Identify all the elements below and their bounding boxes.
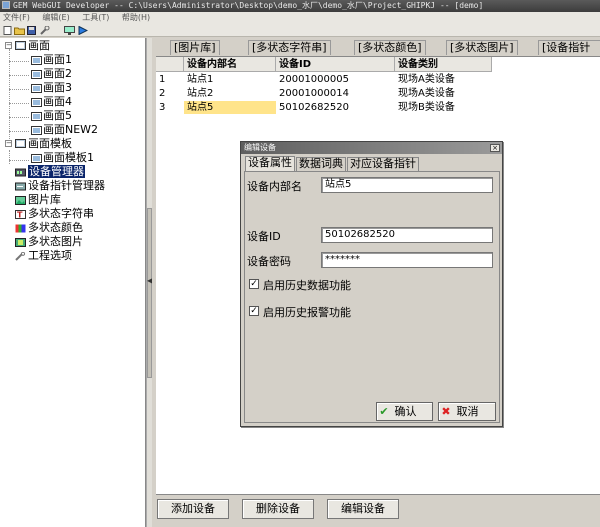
window-title-bar: GEM WebGUI Developer -- C:\Users\Adminis… <box>0 0 600 12</box>
tree-item-templates[interactable]: 画面模板 <box>28 137 72 151</box>
history-alarm-label: 启用历史报警功能 <box>263 306 351 319</box>
new-file-icon[interactable] <box>3 26 12 35</box>
device-manager-icon <box>15 168 26 177</box>
multistate-color-icon <box>15 224 26 233</box>
cell-device-id[interactable]: 50102682520 <box>276 101 395 114</box>
tree-item-device-manager[interactable]: 设备管理器 <box>28 165 85 179</box>
save-icon[interactable] <box>27 26 36 35</box>
close-icon[interactable]: × <box>490 144 500 152</box>
tree-item-screen-1[interactable]: 画面1 <box>43 53 72 67</box>
screens-folder-icon <box>15 41 26 50</box>
multistate-image-icon <box>15 238 26 247</box>
history-data-label: 启用历史数据功能 <box>263 279 351 292</box>
menu-bar: 文件(F) 编辑(E) 工具(T) 帮助(H) <box>0 12 600 24</box>
tree-item-template-1[interactable]: 画面模板1 <box>43 151 94 165</box>
cell-device-id[interactable]: 20001000005 <box>276 73 395 86</box>
ok-button[interactable]: ✔ 确认 <box>376 402 433 421</box>
add-device-button[interactable]: 添加设备 <box>157 499 229 519</box>
templates-folder-icon <box>15 139 26 148</box>
dialog-tab-properties[interactable]: 设备属性 <box>245 156 295 171</box>
history-alarm-checkbox[interactable]: ✓ <box>249 306 259 316</box>
screen-icon <box>31 56 42 65</box>
column-header-name[interactable]: 设备内部名 <box>184 57 276 72</box>
screens-expander[interactable]: − <box>5 42 12 49</box>
app-icon <box>2 1 10 9</box>
cell-device-name[interactable]: 站点2 <box>184 87 276 100</box>
dialog-title: 编辑设备 <box>241 142 502 154</box>
device-id-field[interactable]: 50102682520 <box>321 227 493 243</box>
device-password-label: 设备密码 <box>247 255 291 268</box>
pointer-manager-icon <box>15 182 26 191</box>
tree-item-multistate-string[interactable]: 多状态字符串 <box>28 207 94 221</box>
multistate-string-icon: T <box>15 210 26 219</box>
menu-tools[interactable]: 工具(T) <box>82 13 109 22</box>
device-id-label: 设备ID <box>247 230 281 243</box>
delete-device-button[interactable]: 删除设备 <box>242 499 314 519</box>
internal-name-label: 设备内部名 <box>247 180 302 193</box>
tab-multistate-string[interactable]: [多状态字符串] <box>248 40 331 55</box>
screen-icon <box>31 112 42 121</box>
screen-icon <box>31 84 42 93</box>
options-wrench-icon <box>15 252 26 261</box>
toolbar <box>0 24 600 37</box>
cell-device-name-selected[interactable]: 站点5 <box>184 101 276 114</box>
tree-item-project-options[interactable]: 工程选项 <box>28 249 72 263</box>
dialog-tab-dictionary[interactable]: 数据词典 <box>296 157 346 171</box>
column-header-id[interactable]: 设备ID <box>276 57 395 72</box>
history-data-checkbox[interactable]: ✓ <box>249 279 259 289</box>
screen-icon <box>31 70 42 79</box>
dialog-tab-device-pointer[interactable]: 对应设备指针 <box>347 157 419 171</box>
svg-text:T: T <box>17 211 23 220</box>
wrench-icon[interactable] <box>40 26 50 35</box>
tree-item-screens[interactable]: 画面 <box>28 39 50 53</box>
project-tree[interactable]: − 画面 画面1 画面2 画面3 画面4 画面5 画面NEW2 − 画面模板 画… <box>0 38 146 527</box>
tree-item-multistate-image[interactable]: 多状态图片 <box>28 235 83 249</box>
screen-icon <box>31 98 42 107</box>
tree-item-image-library[interactable]: 图片库 <box>28 193 61 207</box>
monitor-icon[interactable] <box>64 26 75 35</box>
tab-multistate-image[interactable]: [多状态图片] <box>446 40 518 55</box>
open-folder-icon[interactable] <box>14 26 25 35</box>
cell-device-name[interactable]: 站点1 <box>184 73 276 86</box>
row-number: 1 <box>159 74 166 85</box>
table-actions: 添加设备 删除设备 编辑设备 <box>156 494 600 527</box>
tab-image-library[interactable]: [图片库] <box>170 40 220 55</box>
cell-device-id[interactable]: 20001000014 <box>276 87 395 100</box>
check-icon: ✔ <box>379 405 389 418</box>
editor-tabs: [图片库] [多状态字符串] [多状态颜色] [多状态图片] [设备指针 <box>156 38 600 56</box>
tab-multistate-color[interactable]: [多状态颜色] <box>354 40 426 55</box>
column-header-category[interactable]: 设备类别 <box>395 57 492 72</box>
run-icon[interactable] <box>78 26 88 35</box>
internal-name-field[interactable]: 站点5 <box>321 177 493 193</box>
screen-icon <box>31 126 42 135</box>
tab-device-pointer[interactable]: [设备指针 <box>538 40 600 55</box>
tree-item-pointer-manager[interactable]: 设备指针管理器 <box>28 179 105 193</box>
tree-item-screen-4[interactable]: 画面4 <box>43 95 72 109</box>
row-number-header <box>156 57 184 72</box>
screen-icon <box>31 154 42 163</box>
cancel-button[interactable]: ✖ 取消 <box>438 402 496 421</box>
image-library-icon <box>15 196 26 205</box>
cancel-x-icon: ✖ <box>441 405 451 418</box>
menu-help[interactable]: 帮助(H) <box>122 13 150 22</box>
dialog-properties-panel: 设备内部名 站点5 设备ID 50102682520 设备密码 ******* … <box>244 171 500 423</box>
menu-edit[interactable]: 编辑(E) <box>42 13 69 22</box>
cell-device-category[interactable]: 现场A类设备 <box>395 73 492 86</box>
window-title: GEM WebGUI Developer -- C:\Users\Adminis… <box>13 1 484 10</box>
cell-device-category[interactable]: 现场B类设备 <box>395 101 492 114</box>
menu-file[interactable]: 文件(F) <box>3 13 30 22</box>
row-number: 2 <box>159 88 166 99</box>
tree-item-screen-5[interactable]: 画面5 <box>43 109 72 123</box>
edit-device-dialog: 编辑设备 × 设备属性 数据词典 对应设备指针 设备内部名 站点5 设备ID 5… <box>240 141 503 427</box>
cell-device-category[interactable]: 现场A类设备 <box>395 87 492 100</box>
tree-item-screen-3[interactable]: 画面3 <box>43 81 72 95</box>
row-number: 3 <box>159 102 166 113</box>
edit-device-button[interactable]: 编辑设备 <box>327 499 399 519</box>
device-password-field[interactable]: ******* <box>321 252 493 268</box>
tree-item-screen-new2[interactable]: 画面NEW2 <box>43 123 98 137</box>
tree-item-multistate-color[interactable]: 多状态颜色 <box>28 221 83 235</box>
templates-expander[interactable]: − <box>5 140 12 147</box>
tree-item-screen-2[interactable]: 画面2 <box>43 67 72 81</box>
